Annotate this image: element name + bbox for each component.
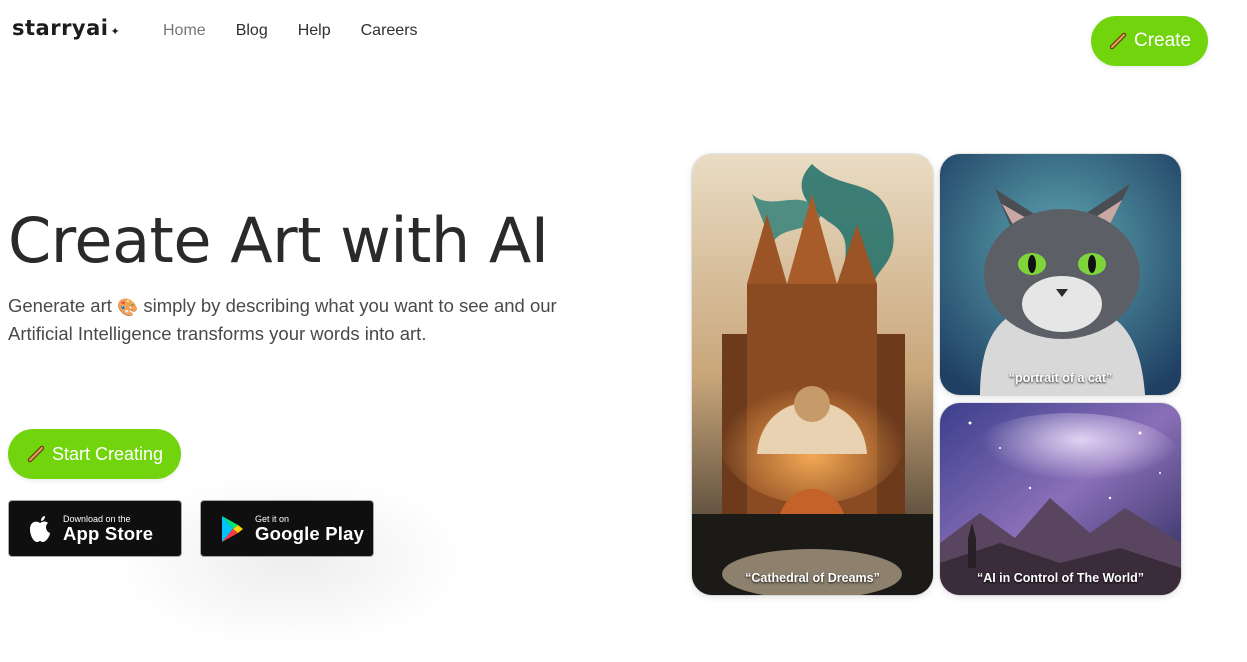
main-nav: Home Blog Help Careers xyxy=(163,22,418,40)
nav-careers[interactable]: Careers xyxy=(361,22,418,40)
google-play-icon xyxy=(222,515,243,542)
pencil-icon xyxy=(1109,32,1127,50)
space-artwork xyxy=(940,403,1181,595)
create-button-label: Create xyxy=(1133,30,1192,51)
background-glow xyxy=(110,470,470,650)
google-play-small-text: Get it on xyxy=(255,513,290,524)
cat-artwork xyxy=(940,154,1181,395)
hero-title: Create Art with AI xyxy=(8,204,549,277)
space-caption: “AI in Control of The World” xyxy=(976,571,1145,585)
app-store-small-text: Download on the xyxy=(63,513,131,524)
apple-icon xyxy=(30,515,50,542)
hero-subtitle-start: Generate art xyxy=(8,295,112,316)
logo-text: starryai xyxy=(12,16,109,40)
start-creating-button[interactable]: Start Creating xyxy=(8,429,181,479)
pencil-icon xyxy=(27,445,45,463)
nav-blog[interactable]: Blog xyxy=(236,22,268,40)
hero-subtitle: Generate art 🎨 simply by describing what… xyxy=(8,293,568,347)
google-play-big-text: Google Play xyxy=(255,522,365,544)
nav-home[interactable]: Home xyxy=(163,22,206,40)
app-store-text: Download on the App Store xyxy=(63,514,153,544)
create-button[interactable]: Create xyxy=(1091,16,1208,66)
start-creating-label: Start Creating xyxy=(51,443,164,464)
app-store-big-text: App Store xyxy=(63,522,154,544)
cat-caption: “portrait of a cat” xyxy=(1008,371,1113,385)
cathedral-artwork xyxy=(692,154,933,595)
logo[interactable]: starryai ✦ xyxy=(12,16,120,40)
gallery-card-cat[interactable]: “portrait of a cat” xyxy=(940,154,1181,395)
gallery-card-space[interactable]: “AI in Control of The World” xyxy=(940,403,1181,595)
google-play-button[interactable]: Get it on Google Play xyxy=(200,500,374,557)
cathedral-caption: “Cathedral of Dreams” xyxy=(745,571,880,585)
nav-help[interactable]: Help xyxy=(298,22,331,40)
logo-spark-icon: ✦ xyxy=(110,25,121,38)
app-store-button[interactable]: Download on the App Store xyxy=(8,500,182,557)
gallery-card-cathedral[interactable]: “Cathedral of Dreams” xyxy=(692,154,933,595)
palette-icon: 🎨 xyxy=(117,298,139,317)
google-play-text: Get it on Google Play xyxy=(255,514,364,544)
